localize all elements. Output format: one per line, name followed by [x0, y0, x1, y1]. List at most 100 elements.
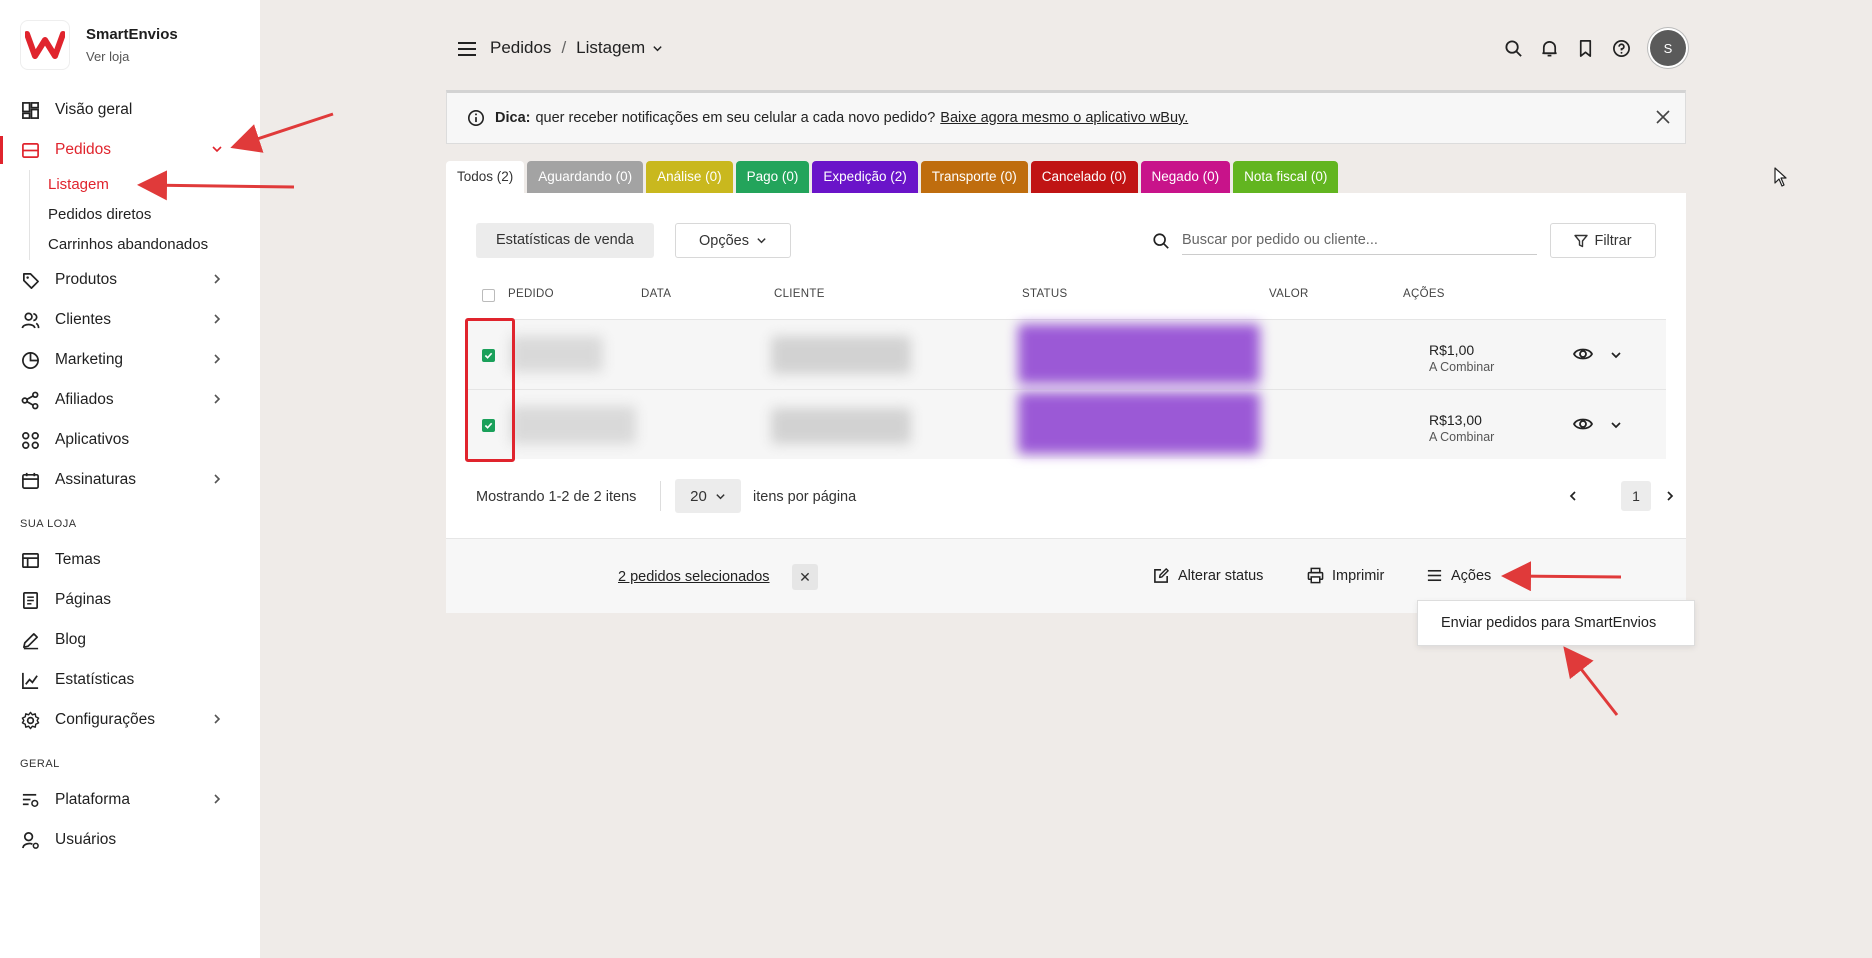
chevron-down-icon[interactable]	[652, 43, 663, 54]
tip-link[interactable]: Baixe agora mesmo o aplicativo wBuy.	[940, 110, 1188, 126]
nav-label: Aplicativos	[55, 431, 130, 448]
blurred-status	[1018, 392, 1260, 454]
sub-item-listagem[interactable]: Listagem	[48, 170, 260, 200]
tab-expedicao[interactable]: Expedição (2)	[812, 161, 918, 193]
store-logo	[20, 20, 70, 70]
info-icon	[467, 109, 485, 127]
sales-stats-button[interactable]: Estatísticas de venda	[476, 223, 654, 258]
chevron-down-icon[interactable]	[1610, 419, 1622, 431]
send-to-smartenvios-item[interactable]: Enviar pedidos para SmartEnvios	[1441, 601, 1694, 645]
eye-icon[interactable]	[1573, 346, 1593, 362]
search-input[interactable]	[1182, 226, 1537, 255]
nav-label: Temas	[55, 551, 101, 568]
filter-icon	[1574, 234, 1589, 247]
chevron-right-icon	[214, 394, 221, 404]
per-page-select[interactable]: 20	[675, 479, 741, 513]
top-icons: S	[1488, 30, 1686, 66]
nav-temas[interactable]: Temas	[0, 540, 260, 580]
blurred-status	[1018, 324, 1260, 384]
nav-produtos[interactable]: Produtos	[0, 260, 260, 300]
pencil-icon	[21, 631, 40, 650]
sidebar: SmartEnvios Ver loja Visão geral Pedidos…	[0, 0, 260, 958]
menu-icon[interactable]	[458, 41, 476, 57]
change-status-button[interactable]: Alterar status	[1153, 567, 1263, 584]
avatar[interactable]: S	[1650, 30, 1686, 66]
nav-assinaturas[interactable]: Assinaturas	[0, 460, 260, 500]
per-page-label: itens por página	[753, 489, 857, 505]
table-row[interactable]: R$13,00 A Combinar	[466, 389, 1666, 459]
eye-icon[interactable]	[1573, 416, 1593, 432]
select-all-checkbox[interactable]	[482, 289, 495, 302]
chevron-down-icon[interactable]	[1610, 349, 1622, 361]
view-store-link[interactable]: Ver loja	[86, 49, 178, 64]
section-sua-loja: SUA LOJA	[20, 518, 77, 530]
actions-label: Ações	[1451, 567, 1492, 584]
tab-pago[interactable]: Pago (0)	[735, 161, 810, 193]
nav-paginas[interactable]: Páginas	[0, 580, 260, 620]
status-tabs: Todos (2) Aguardando (0) Análise (0) Pag…	[446, 161, 1341, 193]
showing-count: Mostrando 1-2 de 2 itens	[476, 489, 637, 505]
nav-afiliados[interactable]: Afiliados	[0, 380, 260, 420]
search-icon[interactable]	[1502, 37, 1524, 59]
pie-chart-icon	[21, 351, 40, 370]
help-icon[interactable]	[1610, 37, 1632, 59]
order-value: R$1,00 A Combinar	[1429, 342, 1494, 374]
tab-cancelado[interactable]: Cancelado (0)	[1030, 161, 1138, 193]
chevron-right-icon[interactable]	[1664, 490, 1676, 502]
print-button[interactable]: Imprimir	[1307, 567, 1384, 584]
chevron-left-icon[interactable]	[1567, 490, 1579, 502]
tab-analise[interactable]: Análise (0)	[646, 161, 733, 193]
pagination: Mostrando 1-2 de 2 itens 20 itens por pá…	[476, 479, 1674, 515]
filter-button[interactable]: Filtrar	[1550, 223, 1656, 258]
tab-nota-fiscal[interactable]: Nota fiscal (0)	[1233, 161, 1339, 193]
actions-menu-button[interactable]: Ações	[1426, 567, 1491, 584]
nav-label: Clientes	[55, 311, 111, 328]
breadcrumb: Pedidos / Listagem	[490, 38, 663, 58]
order-value: R$13,00 A Combinar	[1429, 412, 1494, 444]
breadcrumb-root[interactable]: Pedidos	[490, 38, 551, 58]
bookmark-icon[interactable]	[1574, 37, 1596, 59]
table-header: PEDIDO DATA CLIENTE STATUS VALOR AÇÕES	[466, 278, 1666, 312]
close-icon[interactable]	[1655, 109, 1671, 125]
nav-label: Plataforma	[55, 791, 130, 808]
nav-clientes[interactable]: Clientes	[0, 300, 260, 340]
brand[interactable]: SmartEnvios Ver loja	[20, 20, 178, 70]
share-icon	[21, 391, 40, 410]
tab-aguardando[interactable]: Aguardando (0)	[527, 161, 644, 193]
nav-usuarios[interactable]: Usuários	[0, 820, 260, 860]
nav-visao-geral[interactable]: Visão geral	[0, 90, 260, 130]
nav-marketing[interactable]: Marketing	[0, 340, 260, 380]
clear-selection-button[interactable]: ✕	[792, 564, 818, 590]
bell-icon[interactable]	[1538, 37, 1560, 59]
order-amount: R$13,00	[1429, 412, 1482, 428]
sub-item-carrinhos-abandonados[interactable]: Carrinhos abandonados	[48, 230, 260, 260]
tab-todos[interactable]: Todos (2)	[446, 161, 525, 193]
col-valor: VALOR	[1269, 288, 1309, 300]
print-label: Imprimir	[1332, 567, 1385, 584]
shipping-label: A Combinar	[1429, 430, 1495, 444]
nav-blog[interactable]: Blog	[0, 620, 260, 660]
nav-aplicativos[interactable]: Aplicativos	[0, 420, 260, 460]
main-nav: Visão geral Pedidos Listagem Pedidos dir…	[0, 90, 260, 860]
store-name: SmartEnvios	[86, 26, 178, 43]
tab-transporte[interactable]: Transporte (0)	[920, 161, 1028, 193]
options-button[interactable]: Opções	[675, 223, 791, 258]
tab-negado[interactable]: Negado (0)	[1140, 161, 1231, 193]
mouse-cursor-icon	[1774, 167, 1787, 187]
breadcrumb-current[interactable]: Listagem	[576, 38, 645, 58]
filter-label: Filtrar	[1594, 232, 1632, 249]
user-gear-icon	[21, 831, 40, 850]
nav-configuracoes[interactable]: Configurações	[0, 700, 260, 740]
table-row[interactable]: R$1,00 A Combinar	[466, 319, 1666, 389]
nav-plataforma[interactable]: Plataforma	[0, 780, 260, 820]
section-geral: GERAL	[20, 758, 60, 770]
nav-pedidos[interactable]: Pedidos	[0, 130, 260, 170]
selected-orders-link[interactable]: 2 pedidos selecionados	[618, 569, 770, 585]
arrow-to-dropdown-item	[1563, 646, 1619, 716]
nav-estatisticas[interactable]: Estatísticas	[0, 660, 260, 700]
page-number[interactable]: 1	[1621, 481, 1651, 511]
change-status-label: Alterar status	[1178, 567, 1264, 584]
orders-icon	[21, 141, 40, 160]
order-amount: R$1,00	[1429, 342, 1475, 358]
sub-item-pedidos-diretos[interactable]: Pedidos diretos	[48, 200, 260, 230]
